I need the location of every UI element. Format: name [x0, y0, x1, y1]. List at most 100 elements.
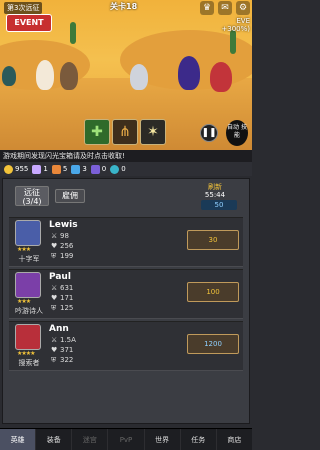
- shield-icon: ⛨: [51, 356, 57, 364]
- cactus: [230, 30, 236, 54]
- tab-expedition[interactable]: 远征 (3/4): [15, 186, 49, 206]
- chest-icon: [51, 164, 61, 174]
- resource-e-value: 0: [121, 165, 126, 173]
- heart-icon: ♥: [51, 346, 58, 354]
- hero-class: 吟游诗人: [15, 307, 43, 315]
- defense-value: 199: [60, 252, 74, 260]
- enemy-character: [2, 66, 16, 86]
- nav-heroes[interactable]: 英雄: [0, 429, 37, 450]
- bonus-line2: +300%): [221, 25, 250, 33]
- hire-panel: 远征 (3/4) 雇佣 刷新 55:44 50 ★★★ 十字军 Lewis ⚔ 9…: [2, 178, 250, 424]
- resource-c-value: 3: [82, 165, 87, 173]
- refresh-timer: 55:44: [204, 191, 226, 199]
- resource-e: 0: [110, 164, 126, 174]
- resource-d: 0: [90, 164, 107, 174]
- claw-skill-icon[interactable]: ⋔: [112, 119, 138, 145]
- heart-icon: ♥: [51, 242, 58, 250]
- coin-icon: [4, 164, 13, 174]
- resource-a-value: 1: [43, 165, 48, 173]
- nav-maze[interactable]: 迷宫: [72, 429, 109, 450]
- heal-skill-icon[interactable]: ✚: [84, 119, 110, 145]
- resource-c: 3: [71, 164, 87, 174]
- enemy-character: [210, 62, 232, 92]
- star-rating: ★★★: [17, 298, 31, 305]
- heart-icon: ♥: [51, 294, 58, 302]
- hire-button[interactable]: 1200: [187, 334, 239, 354]
- skill-bar: ✚ ⋔ ✶: [84, 119, 166, 145]
- notice-banner: 游戏期间发现闪光宝箱请及时点击收取!: [0, 150, 252, 162]
- top-icons: ♛ ✉ ⚙: [200, 1, 250, 15]
- defense-stat: ⛨ 125: [51, 304, 73, 313]
- star-rating: ★★★★: [17, 350, 35, 357]
- sword-icon: ⚔: [51, 336, 58, 344]
- mail-icon[interactable]: ✉: [218, 1, 232, 15]
- hp-stat: ♥ 256: [51, 242, 73, 250]
- event-bonus-text: EVE +300%): [221, 17, 250, 33]
- hero-portrait[interactable]: [15, 220, 41, 246]
- attack-stat: ⚔ 1.5A: [51, 336, 76, 344]
- attack-stat: ⚔ 98: [51, 232, 69, 240]
- top-bar: 第3次远征 关卡18 ♛ ✉ ⚙: [0, 0, 252, 15]
- shield-icon: ⛨: [51, 252, 57, 260]
- nav-shop[interactable]: 商店: [217, 429, 252, 450]
- gem-icon: [71, 164, 81, 174]
- event-button[interactable]: EVENT: [6, 14, 52, 32]
- hire-button[interactable]: 100: [187, 282, 239, 302]
- auto-skill-button[interactable]: 自动 技能: [226, 120, 248, 146]
- cactus: [70, 22, 76, 44]
- defense-value: 125: [60, 304, 74, 312]
- gold-value: 955: [15, 165, 29, 173]
- stage-label: 关卡18: [110, 2, 138, 11]
- refresh-button[interactable]: 50: [201, 200, 237, 210]
- hero-row: ★★★★ 搜索者 Ann ⚔ 1.5A ♥ 371 ⛨ 322 1200: [9, 321, 243, 371]
- hero-class: 搜索者: [18, 359, 40, 367]
- orb-icon: [110, 164, 120, 174]
- resource-b: 5: [51, 164, 68, 174]
- hp-value: 171: [60, 294, 74, 302]
- hero-class: 十字军: [18, 255, 40, 263]
- bonus-line1: EVE: [236, 17, 250, 25]
- resource-bar: 955 1 5 3 0 0: [0, 162, 252, 176]
- hp-stat: ♥ 171: [51, 294, 73, 302]
- attack-value: 631: [60, 284, 74, 292]
- hero-portrait[interactable]: [15, 324, 41, 350]
- hero-character: [130, 64, 148, 90]
- resource-b-value: 5: [62, 165, 68, 173]
- expedition-label: 第3次远征: [4, 2, 43, 14]
- shield-icon: ⛨: [51, 304, 57, 312]
- hero-portrait[interactable]: [15, 272, 41, 298]
- hp-value: 371: [60, 346, 74, 354]
- sword-icon: ⚔: [51, 232, 58, 240]
- hero-character: [60, 62, 78, 90]
- nav-world[interactable]: 世界: [145, 429, 181, 450]
- defense-stat: ⛨ 199: [51, 252, 73, 261]
- hire-button[interactable]: 30: [187, 230, 239, 250]
- hero-character: [36, 60, 54, 90]
- tab-camp[interactable]: 雇佣: [55, 189, 85, 203]
- enemy-character: [178, 56, 200, 90]
- hero-name: Ann: [49, 324, 69, 334]
- battle-scene: 第3次远征 关卡18 ♛ ✉ ⚙ EVENT EVE +300%) ✚ ⋔ ✶ …: [0, 0, 252, 150]
- resource-d-value: 0: [101, 165, 107, 173]
- sword-icon: ⚔: [51, 284, 58, 292]
- hp-value: 256: [60, 242, 74, 250]
- hp-stat: ♥ 371: [51, 346, 73, 354]
- nav-equipment[interactable]: 装备: [36, 429, 73, 450]
- hero-row: ★★★ 十字军 Lewis ⚔ 98 ♥ 256 ⛨ 199 30: [9, 217, 243, 267]
- hero-name: Lewis: [49, 220, 78, 230]
- hero-row: ★★★ 吟游诗人 Paul ⚔ 631 ♥ 171 ⛨ 125 100: [9, 269, 243, 319]
- defense-value: 322: [60, 356, 74, 364]
- attack-value: 98: [60, 232, 69, 240]
- attack-value: 1.5A: [60, 336, 76, 344]
- rune-icon: [90, 164, 100, 174]
- gold-resource: 955: [4, 164, 29, 174]
- hero-name: Paul: [49, 272, 71, 282]
- nav-pvp[interactable]: PvP: [108, 429, 145, 450]
- trophy-icon[interactable]: ♛: [200, 1, 214, 15]
- defense-stat: ⛨ 322: [51, 356, 73, 365]
- settings-icon[interactable]: ⚙: [236, 1, 250, 15]
- nav-quests[interactable]: 任务: [181, 429, 217, 450]
- burst-skill-icon[interactable]: ✶: [140, 119, 166, 145]
- pause-button[interactable]: ❚❚: [200, 124, 218, 142]
- crystal-icon: [32, 164, 42, 174]
